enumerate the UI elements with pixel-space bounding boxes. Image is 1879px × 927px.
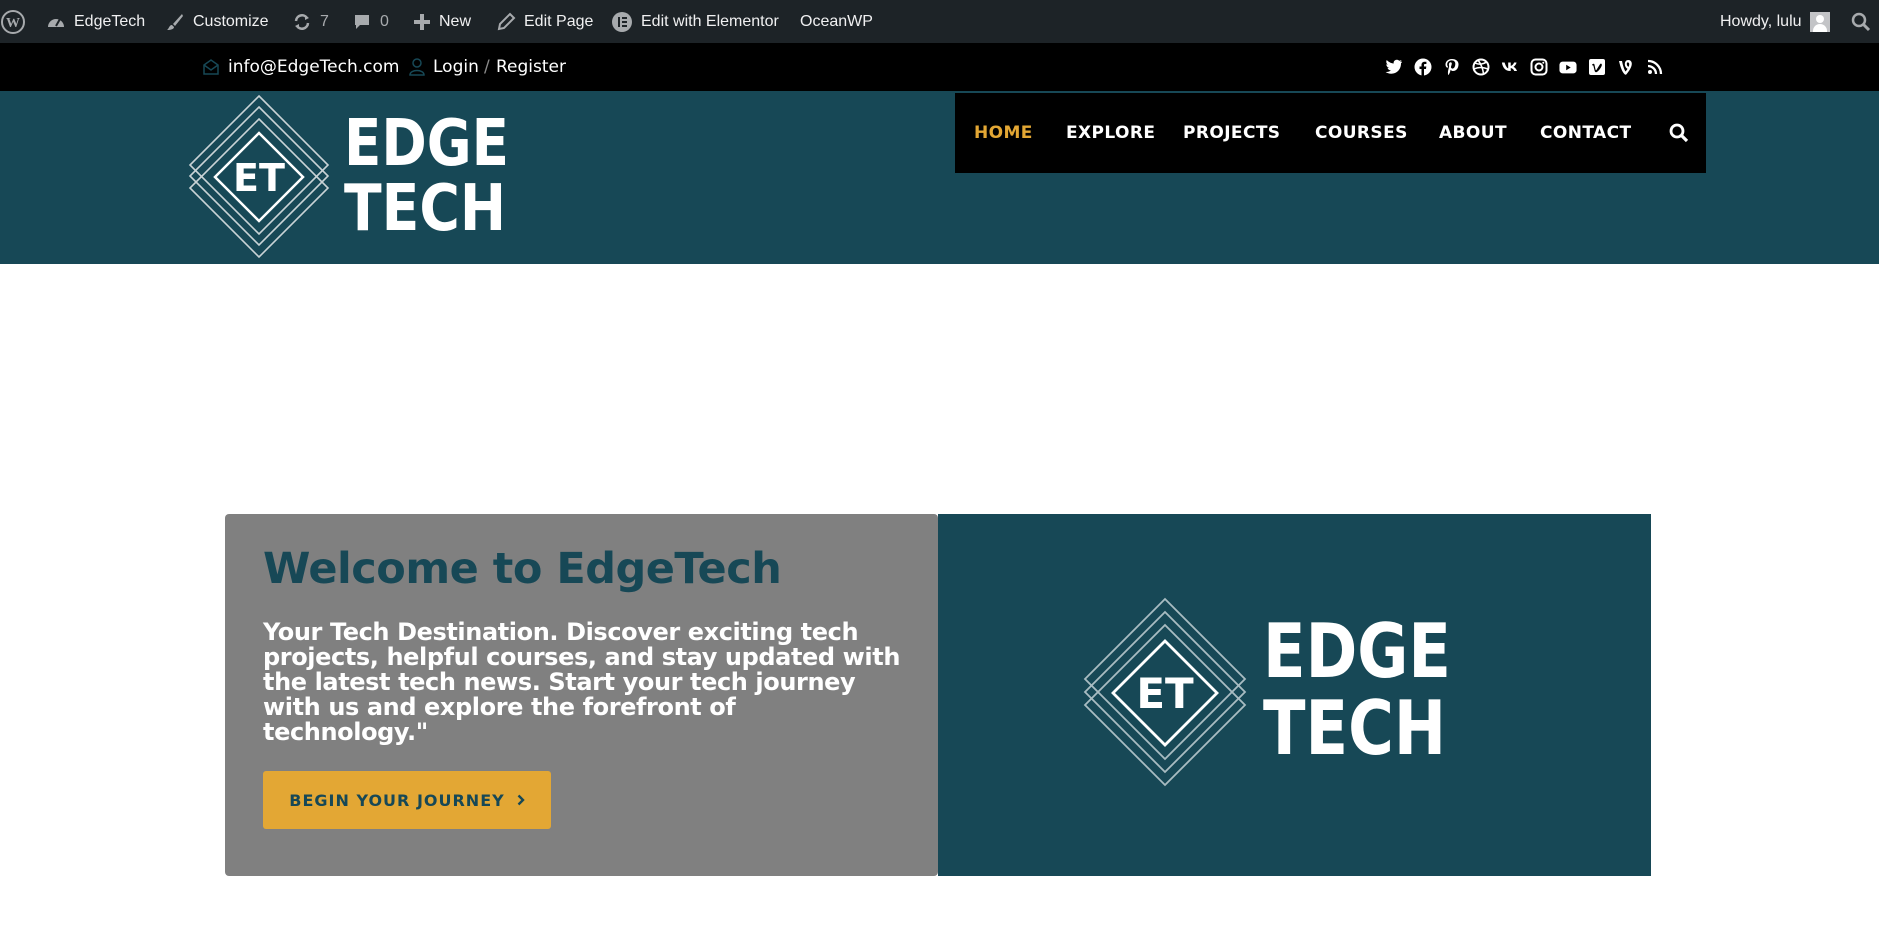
wp-admin-bar: W EdgeTech Customize 7 0 New Edit Page E… — [0, 0, 1879, 43]
oceanwp-link[interactable]: OceanWP — [800, 0, 873, 43]
pencil-icon — [497, 12, 516, 30]
svg-text:W: W — [6, 16, 20, 31]
social-links — [1385, 43, 1664, 91]
hero-logo-line-tech: TECH — [1263, 684, 1446, 772]
new-content-link[interactable]: New — [413, 0, 471, 43]
comments-count: 0 — [380, 12, 389, 30]
begin-journey-button[interactable]: BEGIN YOUR JOURNEY — [263, 771, 551, 829]
updates-count: 7 — [320, 12, 329, 30]
site-logo[interactable]: ET EDGE TECH — [187, 93, 517, 263]
elementor-icon — [612, 11, 632, 32]
hero-description: Your Tech Destination. Discover exciting… — [263, 618, 901, 746]
customize-label: Customize — [193, 12, 269, 30]
top-bar: info@EdgeTech.com Login / Register — [0, 43, 1879, 91]
howdy-label: Howdy, lulu — [1720, 12, 1802, 30]
vine-icon[interactable] — [1617, 58, 1635, 76]
oceanwp-label: OceanWP — [800, 12, 873, 30]
main-navigation: HOME EXPLORE PROJECTS COURSES ABOUT CONT… — [955, 93, 1706, 173]
logo-line-tech: TECH — [344, 172, 506, 246]
hero-logo: ET EDGE TECH — [1083, 596, 1473, 796]
vimeo-icon[interactable] — [1588, 58, 1606, 76]
wordpress-icon: W — [1, 9, 25, 34]
hero-logo-monogram: ET — [1136, 669, 1194, 718]
site-header: ET EDGE TECH HOME EXPLORE PROJECTS COURS… — [0, 91, 1879, 264]
site-name-link[interactable]: EdgeTech — [46, 0, 145, 43]
email-link[interactable]: info@EdgeTech.com — [202, 43, 399, 91]
customize-link[interactable]: Customize — [165, 0, 269, 43]
begin-journey-label: BEGIN YOUR JOURNEY — [289, 790, 505, 810]
search-icon — [1669, 123, 1689, 143]
nav-item-home[interactable]: HOME — [974, 93, 1033, 173]
nav-item-contact[interactable]: CONTACT — [1540, 93, 1631, 173]
hero-title: Welcome to EdgeTech — [263, 544, 782, 594]
updates-link[interactable]: 7 — [292, 0, 329, 43]
updates-icon — [294, 13, 310, 30]
login-separator: / — [484, 43, 490, 91]
nav-item-about[interactable]: ABOUT — [1439, 93, 1507, 173]
user-icon — [409, 58, 425, 76]
login-label: Login — [433, 57, 479, 77]
paintbrush-icon — [167, 13, 183, 30]
search-icon — [1851, 12, 1871, 31]
logo-line-edge: EDGE — [344, 107, 509, 181]
nav-item-explore[interactable]: EXPLORE — [1066, 93, 1155, 173]
register-label: Register — [496, 57, 566, 77]
register-link[interactable]: Register — [496, 43, 566, 91]
instagram-icon[interactable] — [1530, 58, 1548, 76]
comments-link[interactable]: 0 — [352, 0, 389, 43]
chevron-right-icon — [517, 794, 525, 806]
facebook-icon[interactable] — [1414, 58, 1432, 76]
avatar — [1809, 11, 1830, 32]
dashboard-icon — [48, 18, 64, 27]
vk-icon[interactable] — [1501, 58, 1519, 76]
hero-intro-card: Welcome to EdgeTech Your Tech Destinatio… — [225, 514, 938, 876]
youtube-icon[interactable] — [1559, 58, 1577, 76]
adminbar-search-button[interactable] — [1851, 0, 1871, 43]
hero-logo-panel: ET EDGE TECH — [938, 514, 1651, 876]
new-label: New — [439, 12, 472, 30]
nav-item-projects[interactable]: PROJECTS — [1183, 93, 1280, 173]
pinterest-icon[interactable] — [1443, 58, 1461, 76]
comment-icon — [355, 14, 369, 29]
hero-logo-line-edge: EDGE — [1263, 607, 1451, 695]
login-link[interactable]: Login — [409, 43, 479, 91]
separator-label: / — [484, 57, 490, 77]
envelope-icon — [203, 59, 219, 75]
site-name-label: EdgeTech — [74, 12, 146, 30]
logo-monogram: ET — [233, 156, 285, 200]
wordpress-logo-button[interactable]: W — [0, 0, 26, 43]
plus-icon — [414, 13, 430, 30]
email-label: info@EdgeTech.com — [228, 57, 400, 77]
nav-item-courses[interactable]: COURSES — [1315, 93, 1408, 173]
edit-elementor-label: Edit with Elementor — [641, 12, 779, 30]
nav-search-button[interactable] — [1669, 93, 1689, 173]
twitter-icon[interactable] — [1385, 58, 1403, 76]
edit-with-elementor-link[interactable]: Edit with Elementor — [611, 0, 779, 43]
user-account-link[interactable]: Howdy, lulu — [1720, 0, 1830, 43]
edit-page-link[interactable]: Edit Page — [496, 0, 593, 43]
rss-icon[interactable] — [1646, 58, 1664, 76]
edit-page-label: Edit Page — [524, 12, 594, 30]
dribbble-icon[interactable] — [1472, 58, 1490, 76]
